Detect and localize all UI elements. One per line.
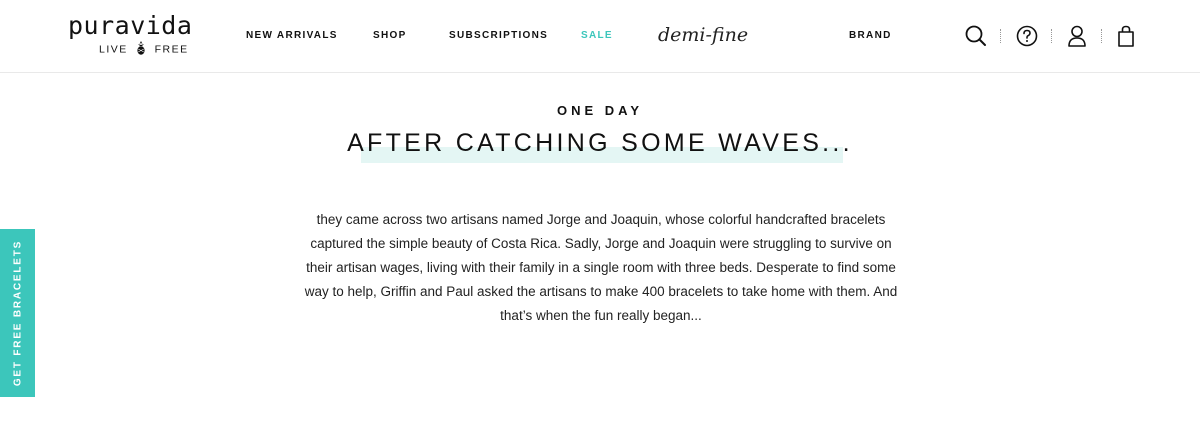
logo-tagline-right: FREE [154,43,189,56]
get-free-bracelets-tab[interactable]: GET FREE BRACELETS [0,229,35,397]
section-eyebrow: ONE DAY [556,103,644,118]
nav-new-arrivals[interactable]: NEW ARRIVALS [246,29,338,43]
header-divider [1000,29,1001,43]
bag-icon[interactable] [1113,23,1139,49]
pineapple-icon [136,41,146,58]
account-icon[interactable] [1064,23,1090,49]
nav-subscriptions[interactable]: SUBSCRIPTIONS [449,29,548,43]
nav-shop[interactable]: SHOP [373,29,407,43]
puravida-logo[interactable]: puravida LIVE FREE [68,12,202,58]
story-paragraph: they came across two artisans named Jorg… [304,212,898,323]
header-divider [1051,29,1052,43]
demi-fine-script: demi-fine [658,24,748,46]
logo-tagline: LIVE FREE [99,41,189,58]
site-header: puravida LIVE FREE NEW ARRIVALS SHOP SUB… [0,0,1200,73]
nav-sale[interactable]: SALE [581,29,613,43]
logo-tagline-left: LIVE [99,43,128,56]
nav-brand[interactable]: BRAND [849,29,892,43]
header-divider [1101,29,1102,43]
search-icon[interactable] [963,23,989,49]
help-icon[interactable] [1014,23,1040,49]
nav-demi-fine[interactable]: demi-fine [656,22,802,50]
side-tab-label: GET FREE BRACELETS [12,239,23,387]
section-headline: AFTER CATCHING SOME WAVES... [347,129,853,157]
logo-wordmark: puravida [68,11,193,40]
